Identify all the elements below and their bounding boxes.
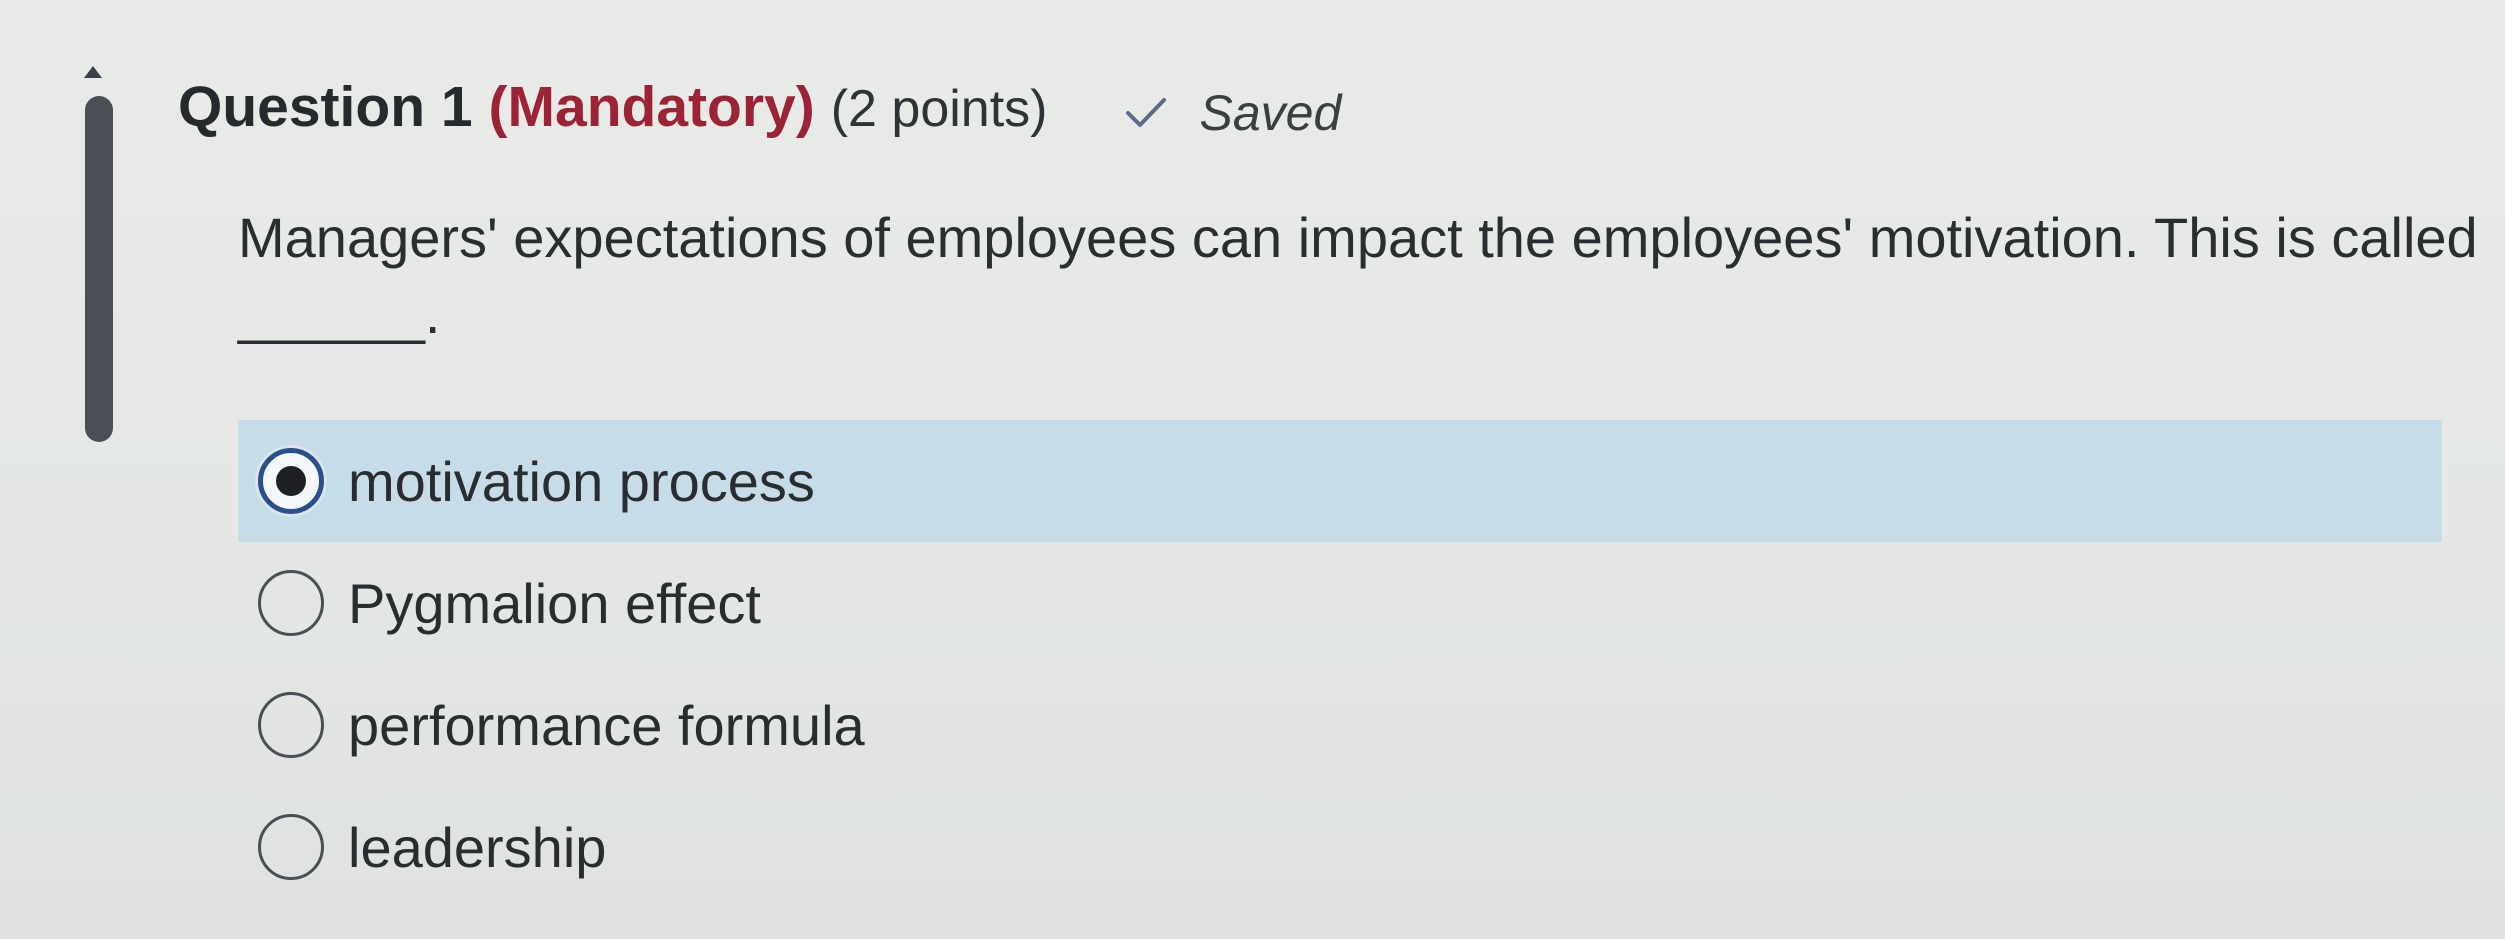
radio-button[interactable]: [258, 692, 324, 758]
radio-button[interactable]: [258, 570, 324, 636]
answer-options: motivation process Pygmalion effect perf…: [238, 420, 2442, 908]
saved-status: Saved: [1125, 84, 1341, 142]
radio-button-selected[interactable]: [258, 448, 324, 514]
question-title: Question 1: [178, 75, 473, 139]
scrollbar-thumb[interactable]: [85, 96, 113, 442]
option-label: performance formula: [348, 693, 865, 757]
option-performance-formula[interactable]: performance formula: [238, 664, 2442, 786]
option-motivation-process[interactable]: motivation process: [238, 420, 2442, 542]
scroll-up-arrow-icon[interactable]: [84, 66, 102, 78]
points-label: (2 points): [830, 80, 1048, 138]
checkmark-icon: [1126, 98, 1167, 127]
question-text: Managers' expectations of employees can …: [238, 206, 2478, 345]
option-label: Pygmalion effect: [348, 571, 761, 635]
option-pygmalion-effect[interactable]: Pygmalion effect: [238, 542, 2442, 664]
mandatory-label: (Mandatory): [488, 75, 815, 139]
option-label: motivation process: [348, 449, 815, 513]
option-label: leadership: [348, 815, 607, 879]
saved-text: Saved: [1199, 85, 1342, 141]
question-header: Question 1 (Mandatory) (2 points) Saved: [178, 74, 1341, 142]
radio-button[interactable]: [258, 814, 324, 880]
radio-dot: [276, 466, 306, 496]
option-leadership[interactable]: leadership: [238, 786, 2442, 908]
